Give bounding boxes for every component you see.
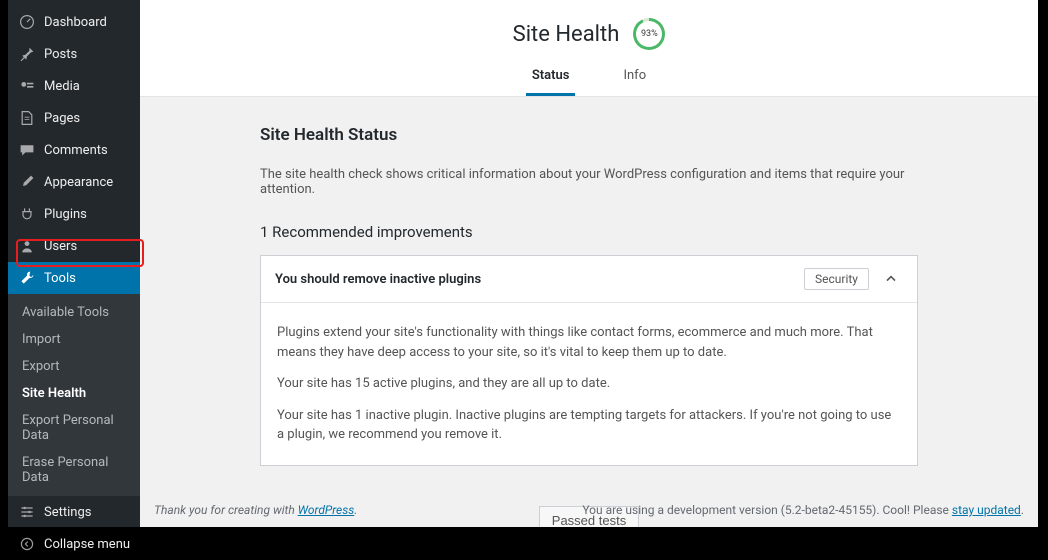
submenu-available-tools[interactable]: Available Tools (8, 299, 140, 326)
pin-icon (18, 45, 36, 63)
sidebar-item-users[interactable]: Users (8, 230, 140, 262)
sidebar-item-posts[interactable]: Posts (8, 38, 140, 70)
page-header: Site Health 93% Status Info (140, 0, 1038, 97)
sidebar-label: Plugins (44, 207, 87, 222)
admin-footer: Thank you for creating with WordPress. Y… (140, 493, 1038, 527)
footer-right-text: You are using a development version (5.2… (582, 503, 952, 517)
sidebar-label: Posts (44, 47, 77, 62)
sidebar-item-dashboard[interactable]: Dashboard (8, 6, 140, 38)
brush-icon (18, 173, 36, 191)
header-tabs: Status Info (140, 58, 1038, 96)
footer-right-suffix: . (1021, 503, 1024, 517)
sidebar-item-settings[interactable]: Settings (8, 496, 140, 528)
submenu-erase-personal[interactable]: Erase Personal Data (8, 449, 140, 491)
sidebar-item-tools[interactable]: Tools (8, 262, 140, 294)
sliders-icon (18, 503, 36, 521)
submenu-export[interactable]: Export (8, 353, 140, 380)
health-check-item: You should remove inactive plugins Secur… (260, 255, 918, 466)
tab-info[interactable]: Info (617, 58, 652, 96)
submenu-site-health[interactable]: Site Health (8, 380, 140, 407)
dashboard-icon (18, 13, 36, 31)
user-icon (18, 237, 36, 255)
sidebar-label: Dashboard (44, 15, 107, 30)
submenu-export-personal[interactable]: Export Personal Data (8, 407, 140, 449)
sidebar-label: Appearance (44, 175, 113, 190)
tab-status[interactable]: Status (526, 58, 576, 96)
submenu-import[interactable]: Import (8, 326, 140, 353)
sidebar-label: Settings (44, 505, 91, 520)
sidebar-label: Comments (44, 143, 108, 158)
footer-left-text: Thank you for creating with (154, 503, 298, 517)
sidebar-label: Users (44, 239, 77, 254)
media-icon (18, 77, 36, 95)
intro-text: The site health check shows critical inf… (260, 167, 918, 197)
content-body: Site Health Status The site health check… (140, 97, 1038, 527)
pages-icon (18, 109, 36, 127)
category-badge: Security (804, 268, 869, 290)
collapse-icon (18, 535, 36, 553)
sidebar-label: Tools (44, 271, 76, 286)
body-paragraph: Your site has 15 active plugins, and the… (277, 374, 901, 394)
main-content: Site Health 93% Status Info Site Health … (140, 0, 1048, 527)
sidebar-item-pages[interactable]: Pages (8, 102, 140, 134)
plug-icon (18, 205, 36, 223)
body-paragraph: Plugins extend your site's functionality… (277, 323, 901, 362)
health-score-ring: 93% (633, 18, 665, 50)
health-item-title: You should remove inactive plugins (275, 272, 794, 287)
stay-updated-link[interactable]: stay updated (952, 503, 1021, 517)
section-title: Site Health Status (260, 125, 918, 145)
wordpress-link[interactable]: WordPress (298, 503, 355, 517)
health-item-body: Plugins extend your site's functionality… (261, 303, 917, 465)
footer-left-suffix: . (354, 503, 357, 517)
improvements-title: 1 Recommended improvements (260, 223, 918, 241)
health-item-header[interactable]: You should remove inactive plugins Secur… (261, 256, 917, 303)
sidebar-label: Collapse menu (44, 537, 130, 552)
sidebar-label: Media (44, 79, 80, 94)
comments-icon (18, 141, 36, 159)
sidebar-item-collapse[interactable]: Collapse menu (8, 528, 140, 560)
admin-sidebar: Dashboard Posts Media Pages Comments App… (0, 0, 140, 527)
sidebar-item-plugins[interactable]: Plugins (8, 198, 140, 230)
chevron-up-icon (879, 271, 903, 287)
sidebar-item-media[interactable]: Media (8, 70, 140, 102)
sidebar-item-comments[interactable]: Comments (8, 134, 140, 166)
wrench-icon (18, 269, 36, 287)
tools-submenu: Available Tools Import Export Site Healt… (8, 294, 140, 496)
sidebar-label: Pages (44, 111, 80, 126)
page-title: Site Health (513, 22, 620, 47)
body-paragraph: Your site has 1 inactive plugin. Inactiv… (277, 406, 901, 445)
sidebar-item-appearance[interactable]: Appearance (8, 166, 140, 198)
health-score: 93% (636, 21, 662, 47)
